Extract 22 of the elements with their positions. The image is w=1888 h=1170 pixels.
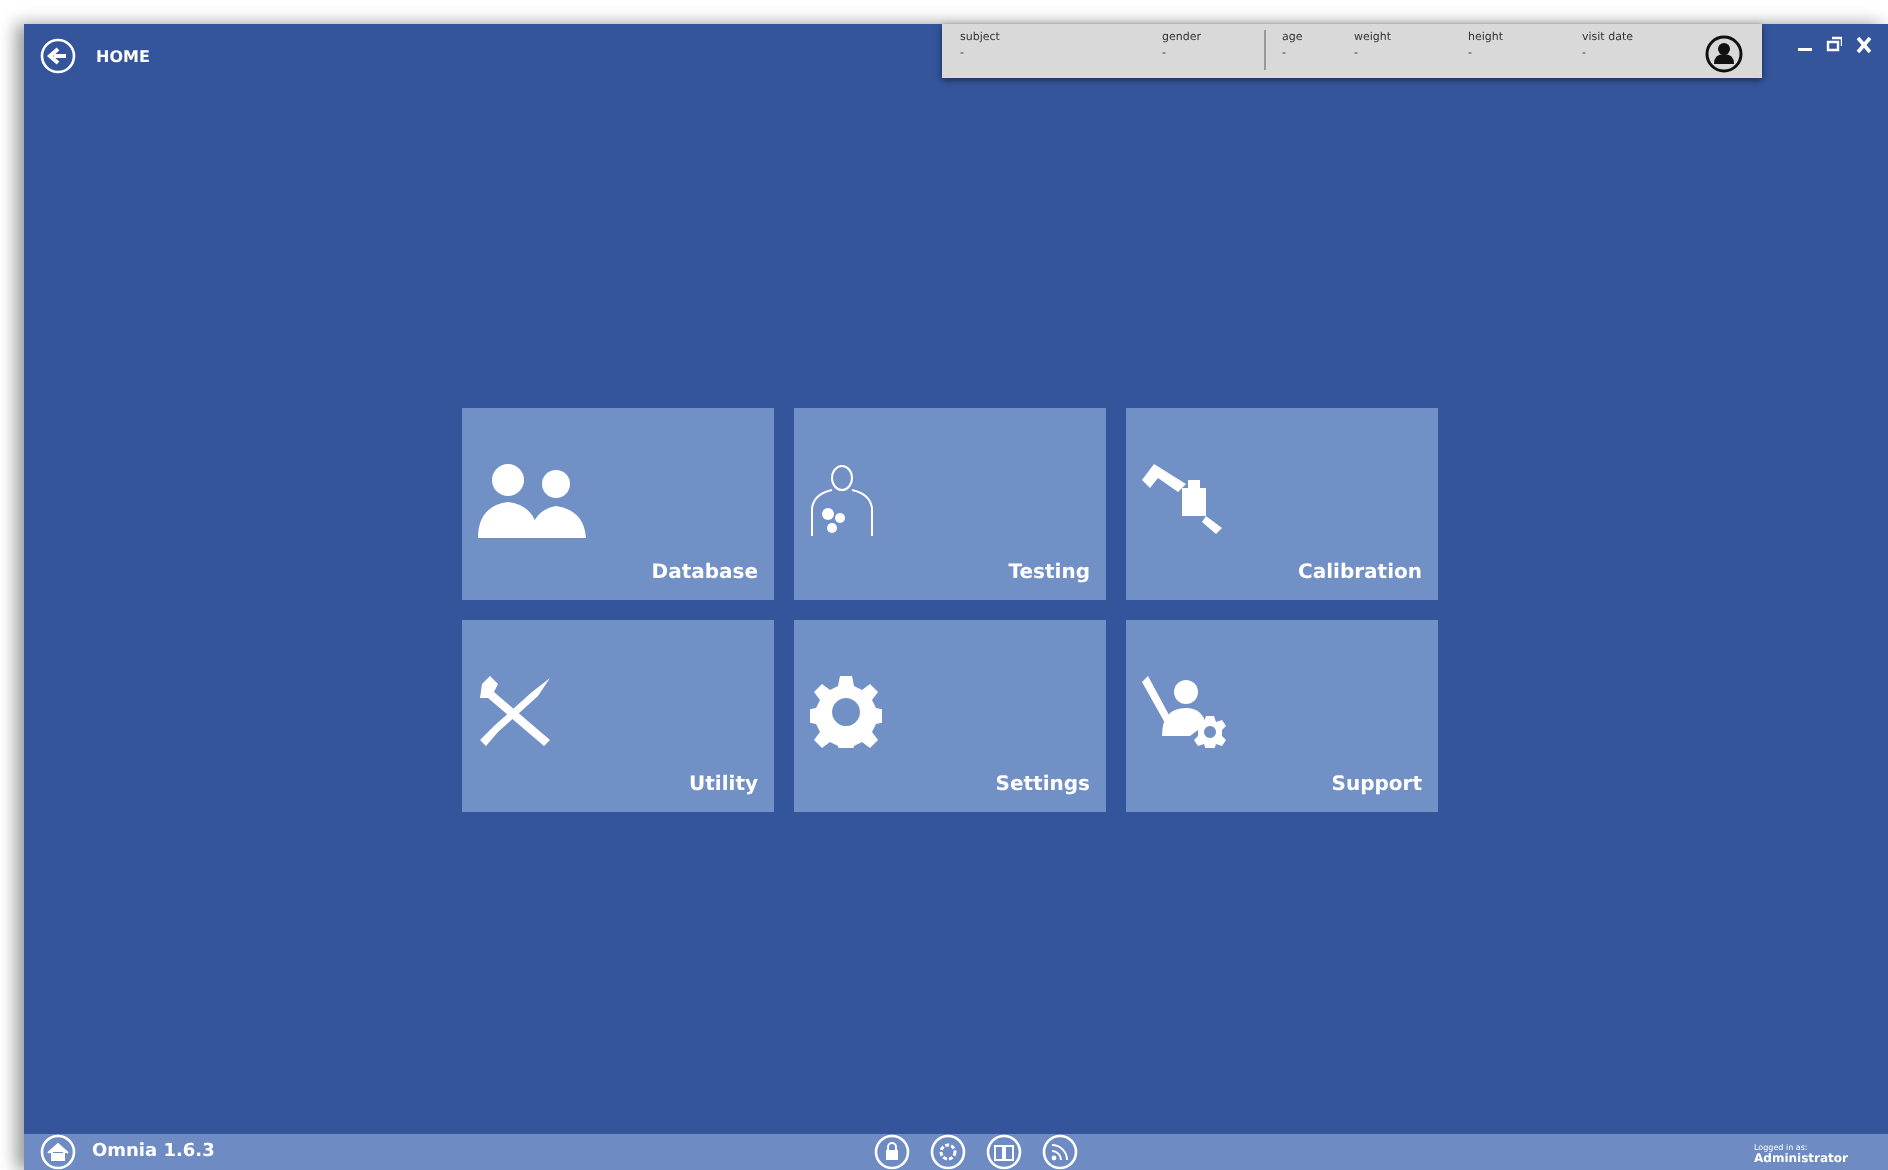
settings-icon[interactable] [930, 1134, 967, 1170]
close-icon[interactable] [1856, 36, 1872, 54]
menu-tile[interactable]: Settings [794, 620, 1106, 812]
gear-icon [810, 676, 882, 748]
menu-tile[interactable]: Calibration [1126, 408, 1438, 600]
lock-icon[interactable] [874, 1134, 911, 1170]
user-icon[interactable] [1704, 34, 1744, 74]
back-icon[interactable] [40, 38, 76, 74]
restore-icon[interactable] [1826, 36, 1842, 54]
menu-tile[interactable]: Support [1126, 620, 1438, 812]
page-title: HOME [96, 47, 150, 65]
book-icon[interactable] [986, 1134, 1023, 1170]
menu-tile[interactable]: Utility [462, 620, 774, 812]
app-version: Omnia 1.6.3 [92, 1142, 215, 1162]
calibration-icon [1142, 464, 1226, 536]
feed-icon[interactable] [1042, 1134, 1079, 1170]
people-icon [478, 462, 586, 538]
home-icon[interactable] [40, 1134, 76, 1170]
menu-tile[interactable]: Testing [794, 408, 1106, 600]
tools-icon [478, 676, 554, 748]
menu-tile[interactable]: Database [462, 408, 774, 600]
body-icon [810, 464, 874, 536]
